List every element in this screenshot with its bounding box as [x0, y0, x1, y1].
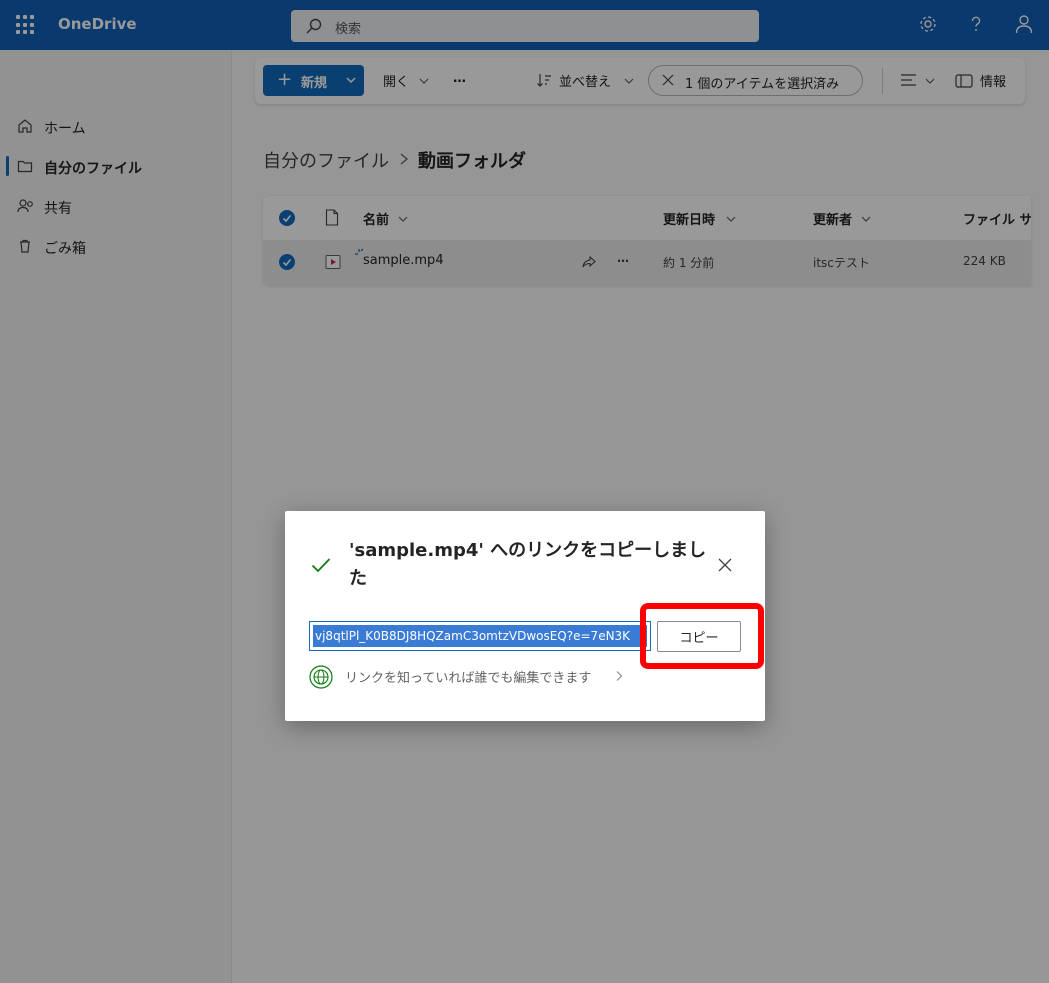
annotation-highlight-box — [640, 603, 764, 669]
modal-backdrop — [0, 0, 1049, 983]
close-icon[interactable] — [717, 557, 733, 573]
link-field[interactable] — [309, 621, 651, 651]
chevron-right-icon — [616, 671, 623, 681]
globe-icon — [309, 665, 333, 689]
link-copied-dialog: 'sample.mp4' へのリンクをコピーしました コピー リンクを知っていれ… — [285, 511, 765, 721]
checkmark-icon — [311, 558, 331, 573]
link-input[interactable] — [313, 625, 647, 647]
dialog-title: 'sample.mp4' へのリンクをコピーしました — [349, 540, 707, 589]
link-permission-text[interactable]: リンクを知っていれば誰でも編集できます — [345, 667, 591, 686]
